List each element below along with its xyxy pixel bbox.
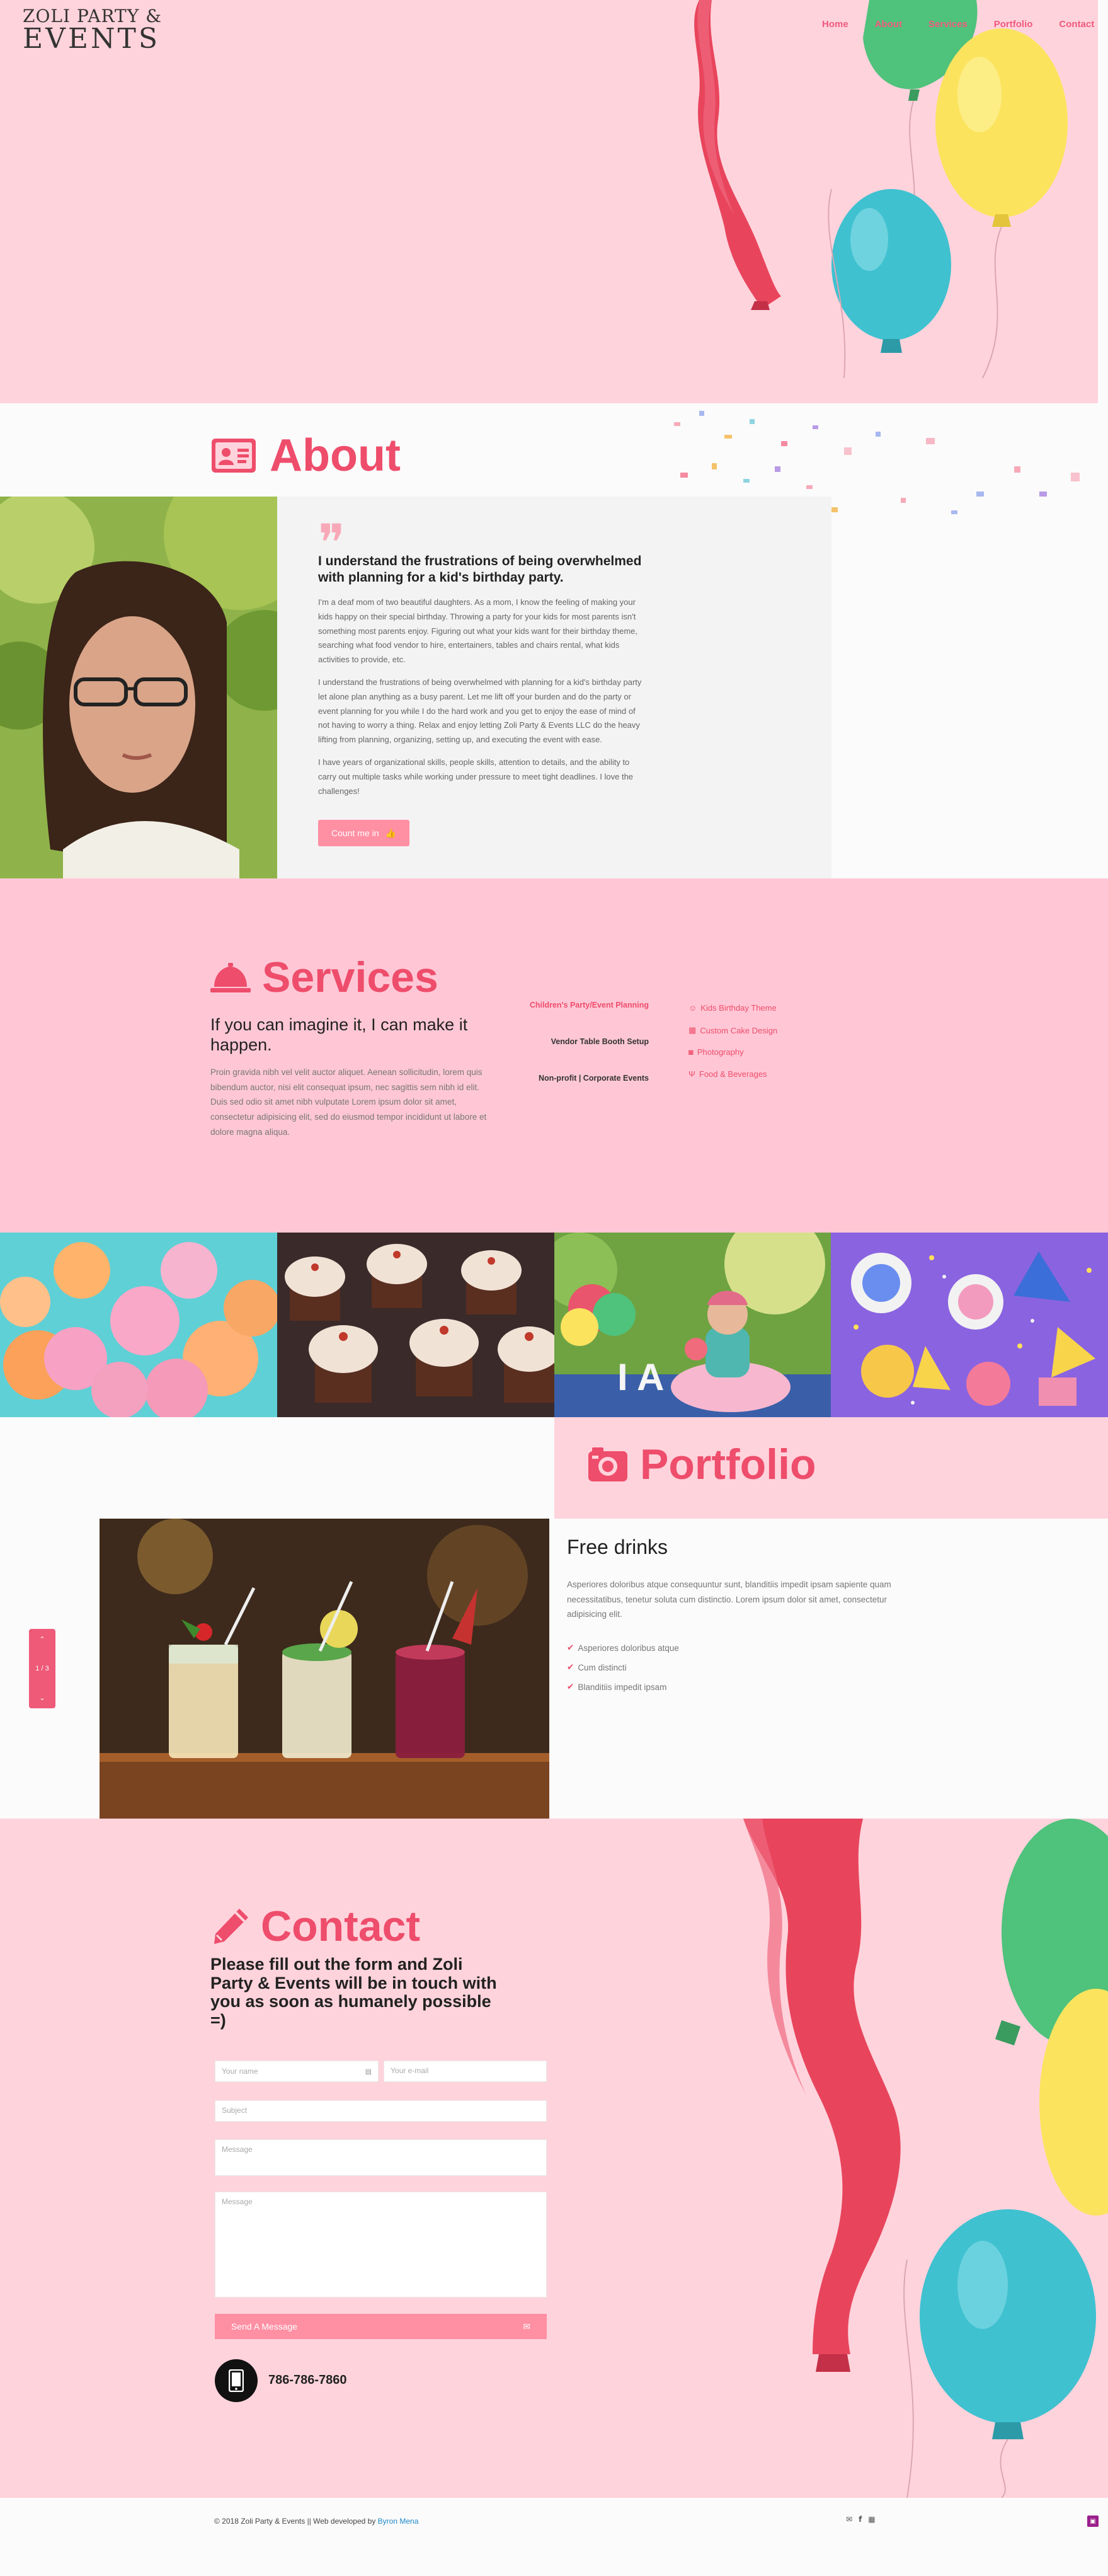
contact-title-text: Contact (261, 1902, 421, 1950)
hero-balloons-illustration (694, 0, 1068, 379)
footer-copyright: © 2018 Zoli Party & Events || Web develo… (214, 2517, 418, 2526)
facebook-icon[interactable]: f (859, 2515, 862, 2524)
gallery-party-table-photo[interactable] (831, 1233, 1108, 1417)
about-paragraph-1: I'm a deaf mom of two beautiful daughter… (318, 597, 638, 664)
footer (0, 2498, 1108, 2543)
services-section (0, 878, 1108, 1233)
message-textarea-placeholder: Message (222, 2197, 253, 2206)
email-placeholder: Your e-mail (391, 2066, 429, 2075)
pencil-icon (214, 1909, 248, 1944)
contact-subtitle: Please fill out the form and Zoli Party … (210, 1955, 497, 2030)
gallery-baby-party-photo[interactable]: I A (554, 1233, 831, 1417)
service-feature-cake: ▦ Custom Cake Design (688, 1025, 777, 1035)
name-placeholder: Your name (222, 2067, 258, 2076)
message-field[interactable]: Message (215, 2139, 547, 2176)
count-me-in-button[interactable]: Count me in 👍 (318, 820, 409, 846)
about-title: About (210, 430, 401, 481)
portfolio-item-body: Asperiores doloribus atque consequuntur … (567, 1580, 891, 1619)
chat-widget-icon[interactable]: ▣ (1087, 2516, 1099, 2527)
svg-text:I A: I A (617, 1356, 664, 1398)
service-feature-kids-theme: ☺ Kids Birthday Theme (688, 1003, 777, 1013)
portfolio-list-label: Cum distincti (578, 1662, 627, 1672)
contact-card-icon: ▤ (365, 2067, 372, 2076)
about-paragraph-2: I understand the frustrations of being o… (318, 677, 642, 744)
email-field[interactable]: Your e-mail (384, 2061, 547, 2082)
portfolio-list-item: ✔ Cum distincti (567, 1662, 627, 1672)
send-message-label: Send A Message (231, 2321, 298, 2332)
portfolio-list-item: ✔ Blanditiis impedit ipsam (567, 1682, 666, 1692)
check-icon: ✔ (567, 1643, 574, 1652)
about-paragraph-3: I have years of organizational skills, p… (318, 757, 634, 796)
send-message-button[interactable]: Send A Message ✉ (215, 2314, 547, 2339)
service-item-vendor-booth[interactable]: Vendor Table Booth Setup (504, 1036, 649, 1047)
envelope-icon: ✉ (523, 2321, 530, 2332)
portfolio-slider-control: ⌃ 1 / 3 ⌄ (29, 1629, 55, 1708)
portfolio-drinks-photo (100, 1519, 549, 1819)
phone-icon-circle (215, 2359, 258, 2402)
logo-line-2: EVENTS (23, 23, 161, 55)
nav-services[interactable]: Services (928, 19, 968, 30)
camera-icon: ◙ (688, 1047, 694, 1057)
message-placeholder: Message (222, 2145, 253, 2154)
portfolio-list-item: ✔ Asperiores doloribus atque (567, 1643, 679, 1653)
nav-home[interactable]: Home (822, 19, 848, 30)
about-heading: I understand the frustrations of being o… (318, 554, 642, 585)
chevron-down-icon[interactable]: ⌄ (39, 1694, 45, 1702)
services-title: Services (210, 953, 438, 1002)
about-title-text: About (270, 430, 401, 481)
services-title-text: Services (262, 953, 438, 1001)
services-subtitle: If you can imagine it, I can make it hap… (210, 1015, 468, 1055)
hero-section: ZOLI PARTY & EVENTS Home About Services … (0, 0, 1098, 403)
copyright-text: © 2018 Zoli Party & Events || Web develo… (214, 2517, 376, 2526)
developer-link[interactable]: Byron Mena (378, 2517, 419, 2526)
service-feature-photography: ◙ Photography (688, 1047, 744, 1057)
about-portrait-photo (0, 497, 277, 878)
service-feature-label: Custom Cake Design (700, 1025, 778, 1035)
slider-counter: 1 / 3 (35, 1665, 49, 1672)
chevron-up-icon[interactable]: ⌃ (39, 1635, 45, 1643)
service-feature-label: Photography (697, 1047, 744, 1057)
subject-placeholder: Subject (222, 2106, 248, 2115)
nav-about[interactable]: About (875, 19, 902, 30)
service-bell-icon (210, 963, 251, 992)
footer-social-icons: ✉ f ▦ (846, 2515, 876, 2524)
contact-title: Contact (210, 1902, 420, 1951)
service-feature-label: Food & Beverages (699, 1069, 767, 1079)
nav-portfolio[interactable]: Portfolio (994, 19, 1033, 30)
phone-number[interactable]: 786-786-7860 (268, 2373, 347, 2388)
check-icon: ✔ (567, 1662, 574, 1672)
cake-icon: ▦ (688, 1025, 697, 1035)
portfolio-list-label: Asperiores doloribus atque (578, 1643, 679, 1653)
nav-contact[interactable]: Contact (1059, 19, 1094, 30)
photo-gallery: I A (0, 1233, 1108, 1417)
services-body: Proin gravida nibh vel velit auctor aliq… (210, 1067, 487, 1137)
gallery-cupcakes-photo[interactable] (277, 1233, 554, 1417)
gallery-balloons-photo[interactable] (0, 1233, 277, 1417)
subject-field[interactable]: Subject (215, 2100, 547, 2122)
email-icon[interactable]: ✉ (846, 2515, 852, 2524)
service-item-corporate[interactable]: Non-profit | Corporate Events (504, 1072, 649, 1084)
portfolio-title-text: Portfolio (640, 1440, 816, 1488)
service-feature-food: Ψ Food & Beverages (688, 1069, 767, 1079)
id-card-icon (212, 439, 256, 473)
check-icon: ✔ (567, 1682, 574, 1691)
utensils-icon: Ψ (688, 1069, 695, 1079)
portfolio-item-heading: Free drinks (567, 1536, 668, 1558)
count-me-in-label: Count me in (331, 828, 379, 838)
camera-icon (588, 1447, 627, 1481)
mobile-phone-icon (229, 2369, 244, 2392)
main-nav: Home About Services Portfolio Contact (822, 19, 1094, 30)
portfolio-title: Portfolio (587, 1440, 816, 1489)
service-item-party-planning[interactable]: Children's Party/Event Planning (504, 999, 649, 1011)
thumbs-up-icon: 👍 (385, 827, 396, 838)
service-feature-label: Kids Birthday Theme (700, 1003, 777, 1013)
message-textarea[interactable]: Message (215, 2192, 547, 2297)
grid-icon[interactable]: ▦ (868, 2515, 875, 2524)
name-field[interactable]: Your name ▤ (215, 2061, 379, 2082)
contact-section (0, 1819, 1108, 2498)
portfolio-list-label: Blanditiis impedit ipsam (578, 1682, 667, 1692)
contact-balloons-illustration (743, 1819, 1108, 2498)
smile-icon: ☺ (688, 1003, 697, 1013)
site-logo[interactable]: ZOLI PARTY & EVENTS (23, 8, 162, 53)
